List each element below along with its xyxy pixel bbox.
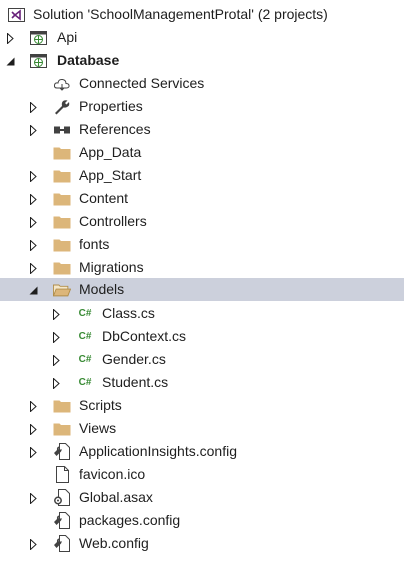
item-label: References xyxy=(79,121,151,137)
chevron-right-icon[interactable] xyxy=(28,193,38,205)
item-label: Migrations xyxy=(79,259,144,275)
solution-node[interactable]: Solution 'SchoolManagementProtal' (2 pro… xyxy=(0,3,404,26)
item-label: Class.cs xyxy=(102,305,155,321)
item-label: Gender.cs xyxy=(102,351,166,367)
file-node-dbcontext-cs[interactable]: C# DbContext.cs xyxy=(0,325,404,348)
project-node-database[interactable]: Database xyxy=(0,49,404,72)
properties-node[interactable]: Properties xyxy=(0,95,404,118)
folder-node-app-data[interactable]: App_Data xyxy=(0,141,404,164)
item-label: Models xyxy=(79,281,125,297)
image-file-icon xyxy=(53,466,71,483)
chevron-right-icon[interactable] xyxy=(28,216,38,228)
open-folder-icon xyxy=(53,281,71,298)
config-file-icon xyxy=(53,443,71,460)
item-label: fonts xyxy=(79,236,110,252)
config-file-icon xyxy=(53,535,71,552)
csharp-file-icon: C# xyxy=(78,377,92,388)
chevron-right-icon[interactable] xyxy=(28,262,38,274)
solution-label: Solution 'SchoolManagementProtal' (2 pro… xyxy=(33,6,328,22)
folder-node-models[interactable]: Models xyxy=(0,278,404,301)
chevron-right-icon[interactable] xyxy=(51,354,61,366)
file-node-favicon[interactable]: favicon.ico xyxy=(0,463,404,486)
file-node-class-cs[interactable]: C# Class.cs xyxy=(0,302,404,325)
chevron-expanded-icon[interactable] xyxy=(5,55,15,67)
item-label: DbContext.cs xyxy=(102,328,187,344)
web-project-icon xyxy=(30,52,48,69)
chevron-right-icon[interactable] xyxy=(28,239,38,251)
chevron-right-icon[interactable] xyxy=(28,538,38,550)
item-label: Student.cs xyxy=(102,374,169,390)
config-file-icon xyxy=(53,512,71,529)
file-node-appinsights-config[interactable]: ApplicationInsights.config xyxy=(0,440,404,463)
item-label: Scripts xyxy=(79,397,122,413)
file-node-web-config[interactable]: Web.config xyxy=(0,532,404,555)
item-label: Global.asax xyxy=(79,489,153,505)
item-label: Views xyxy=(79,420,117,436)
item-label: packages.config xyxy=(79,512,181,528)
gear-file-icon xyxy=(53,489,71,506)
chevron-right-icon[interactable] xyxy=(51,331,61,343)
project-label: Database xyxy=(57,52,120,68)
chevron-right-icon[interactable] xyxy=(5,32,15,44)
item-label: App_Start xyxy=(79,167,142,183)
chevron-right-icon[interactable] xyxy=(28,124,38,136)
item-label: Properties xyxy=(79,98,143,114)
solution-explorer-tree: Solution 'SchoolManagementProtal' (2 pro… xyxy=(0,0,404,579)
folder-icon xyxy=(53,397,71,414)
folder-node-controllers[interactable]: Controllers xyxy=(0,210,404,233)
folder-node-fonts[interactable]: fonts xyxy=(0,233,404,256)
folder-icon xyxy=(53,420,71,437)
folder-icon xyxy=(53,213,71,230)
file-node-student-cs[interactable]: C# Student.cs xyxy=(0,371,404,394)
csharp-file-icon: C# xyxy=(78,331,92,342)
folder-icon xyxy=(53,144,71,161)
file-node-packages-config[interactable]: packages.config xyxy=(0,509,404,532)
item-label: Controllers xyxy=(79,213,147,229)
item-label: App_Data xyxy=(79,144,142,160)
references-node[interactable]: References xyxy=(0,118,404,141)
chevron-expanded-icon[interactable] xyxy=(28,284,38,296)
csharp-file-icon: C# xyxy=(78,354,92,365)
chevron-right-icon[interactable] xyxy=(51,308,61,320)
chevron-right-icon[interactable] xyxy=(28,492,38,504)
file-node-global-asax[interactable]: Global.asax xyxy=(0,486,404,509)
folder-node-scripts[interactable]: Scripts xyxy=(0,394,404,417)
csharp-file-icon: C# xyxy=(78,308,92,319)
project-label: Api xyxy=(57,29,78,45)
folder-node-views[interactable]: Views xyxy=(0,417,404,440)
folder-node-app-start[interactable]: App_Start xyxy=(0,164,404,187)
folder-node-content[interactable]: Content xyxy=(0,187,404,210)
project-node-api[interactable]: Api xyxy=(0,26,404,49)
chevron-right-icon[interactable] xyxy=(28,446,38,458)
item-label: Web.config xyxy=(79,535,149,551)
file-node-gender-cs[interactable]: C# Gender.cs xyxy=(0,348,404,371)
item-label: favicon.ico xyxy=(79,466,146,482)
chevron-right-icon[interactable] xyxy=(28,423,38,435)
folder-node-migrations[interactable]: Migrations xyxy=(0,256,404,279)
chevron-right-icon[interactable] xyxy=(28,400,38,412)
folder-icon xyxy=(53,190,71,207)
cloud-icon xyxy=(53,75,71,92)
folder-icon xyxy=(53,167,71,184)
web-project-icon xyxy=(30,29,48,46)
chevron-right-icon[interactable] xyxy=(28,170,38,182)
folder-icon xyxy=(53,259,71,276)
chevron-right-icon[interactable] xyxy=(51,377,61,389)
connected-services-node[interactable]: Connected Services xyxy=(0,72,404,95)
wrench-icon xyxy=(53,98,71,115)
item-label: Connected Services xyxy=(79,75,205,91)
vs-solution-icon xyxy=(8,6,26,23)
folder-icon xyxy=(53,236,71,253)
chevron-right-icon[interactable] xyxy=(28,101,38,113)
references-icon xyxy=(53,121,71,138)
item-label: Content xyxy=(79,190,129,206)
item-label: ApplicationInsights.config xyxy=(79,443,237,459)
